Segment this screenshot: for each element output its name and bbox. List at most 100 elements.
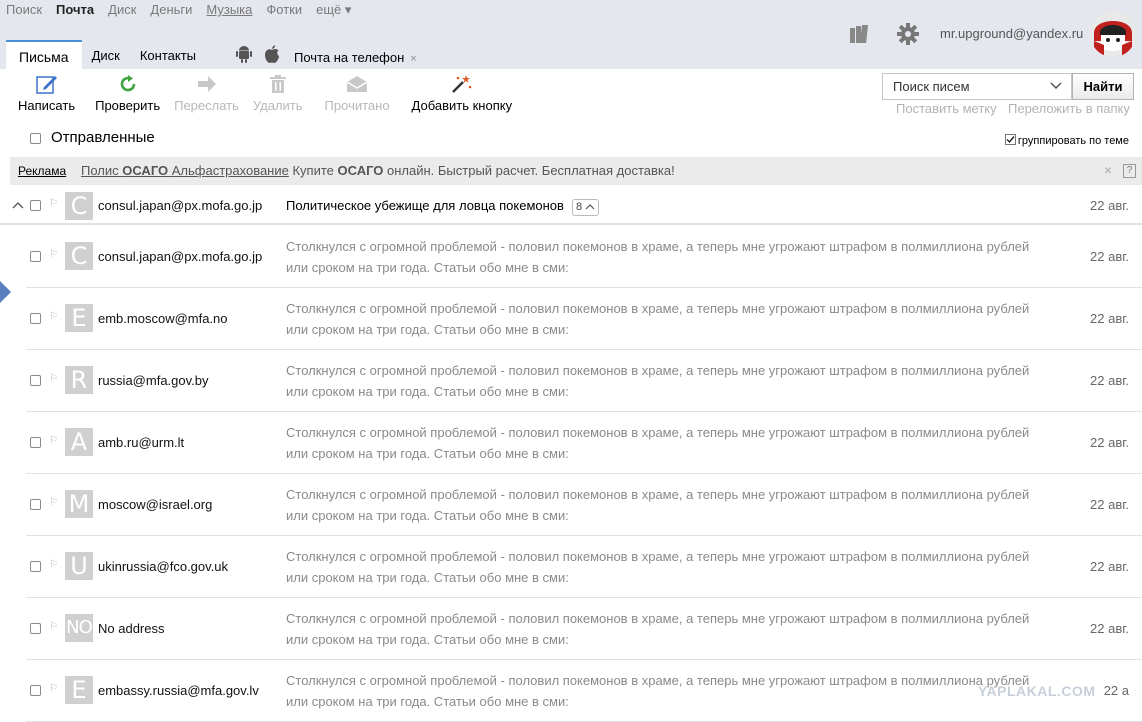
row-checkbox[interactable] (30, 437, 41, 448)
avatar[interactable] (1090, 11, 1136, 57)
sender-avatar: NO (65, 614, 93, 642)
list-item[interactable]: ⚐ Uukinrussia@fco.gov.uk Столкнулся с огро… (0, 536, 1142, 598)
list-item[interactable]: ⚐ NO No address Столкнулся с огромной пробл… (0, 598, 1142, 660)
message-date: 22 авг. (1090, 559, 1129, 574)
service-search[interactable]: Поиск (6, 2, 42, 18)
chevron-up-icon[interactable] (12, 198, 24, 213)
row-checkbox[interactable] (30, 623, 41, 634)
service-mail[interactable]: Почта (56, 2, 94, 18)
service-disk[interactable]: Диск (108, 2, 136, 18)
flag-icon[interactable]: ⚐ (49, 373, 58, 384)
search-input[interactable]: Поиск писем (882, 73, 1072, 100)
sender-avatar: E (65, 304, 93, 332)
flag-icon[interactable]: ⚐ (49, 621, 58, 632)
row-checkbox[interactable] (30, 200, 41, 211)
refresh-icon (118, 72, 138, 96)
preview-line-2: или сроком на три года. Статьи обо мне в… (286, 570, 569, 585)
android-icon[interactable] (236, 45, 253, 66)
message-date: 22 авг. (1090, 311, 1129, 326)
service-photos[interactable]: Фотки (266, 2, 302, 18)
row-checkbox[interactable] (30, 499, 41, 510)
flag-icon[interactable]: ⚐ (49, 497, 58, 508)
set-label-link[interactable]: Поставить метку (896, 101, 997, 116)
thread-subject-text: Политическое убежище для ловца покемонов (286, 198, 564, 213)
gear-icon[interactable] (896, 22, 920, 49)
ad-body-pre: Купите (292, 163, 338, 178)
thread-count: 8 (575, 201, 583, 213)
row-checkbox[interactable] (30, 313, 41, 324)
sender-name: moscow@israel.org (98, 497, 213, 512)
sender-avatar: R (65, 366, 93, 394)
add-button-button[interactable]: Добавить кнопку (411, 72, 513, 120)
message-preview: Столкнулся с огромной проблемой - полови… (286, 360, 1036, 402)
row-checkbox[interactable] (30, 251, 41, 262)
flag-icon[interactable]: ⚐ (49, 683, 58, 694)
list-item[interactable]: ⚐ Mmoscow@israel.org Столкнулся с огромной… (0, 474, 1142, 536)
read-label: Прочитано (324, 98, 390, 113)
service-money[interactable]: Деньги (150, 2, 192, 18)
sender-avatar: A (65, 428, 93, 456)
sender-name: amb.ru@urm.lt (98, 435, 185, 450)
service-more[interactable]: ещё ▾ (316, 2, 351, 18)
services-nav: Поиск Почта Диск Деньги Музыка Фотки ещё… (6, 2, 365, 18)
row-checkbox[interactable] (30, 685, 41, 696)
service-music[interactable]: Музыка (206, 2, 252, 18)
phone-mail-link[interactable]: Почта на телефон × (294, 40, 417, 69)
mail-tabs: Письма Диск Контакты Почта на телефон × (6, 40, 417, 69)
books-icon[interactable] (850, 25, 870, 46)
mobile-os-icons (236, 40, 280, 69)
message-preview: Столкнулся с огромной проблемой - полови… (286, 422, 1036, 464)
top-header: Поиск Почта Диск Деньги Музыка Фотки ещё… (0, 0, 1142, 69)
list-item[interactable]: ⚐ Aamb.ru@urm.lt Столкнулся с огромной про… (0, 412, 1142, 474)
checkbox-checked-icon[interactable] (1004, 134, 1016, 148)
thread-row[interactable]: ⚐ C consul.japan@px.mofa.go.jp Политичес… (0, 187, 1142, 225)
flag-icon[interactable]: ⚐ (49, 249, 58, 260)
folder-title: Отправленные (51, 129, 155, 146)
sender-name: consul.japan@px.mofa.go.jp (98, 198, 263, 213)
ad-tag[interactable]: Реклама (18, 164, 66, 178)
preview-line-1: Столкнулся с огромной проблемой - полови… (286, 487, 1030, 502)
preview-line-2: или сроком на три года. Статьи обо мне в… (286, 322, 569, 337)
thread-date: 22 авг. (1090, 198, 1129, 213)
user-email[interactable]: mr.upground@yandex.ru (940, 26, 1083, 41)
mark-read-button[interactable]: Прочитано (325, 72, 390, 120)
preview-line-1: Столкнулся с огромной проблемой - полови… (286, 425, 1030, 440)
move-to-folder-link[interactable]: Переложить в папку (1008, 101, 1130, 116)
list-item[interactable]: ⚐ Eembassy.russia@mfa.gov.lv Столкнулся с … (0, 660, 1142, 722)
compose-button[interactable]: Написать (18, 72, 75, 120)
forward-button[interactable]: Переслать (174, 72, 239, 120)
row-checkbox[interactable] (30, 375, 41, 386)
group-label: группировать по теме (1017, 135, 1129, 147)
list-item[interactable]: ⚐ Eemb.moscow@mfa.no Столкнулся с огромной… (0, 288, 1142, 350)
ad-help-icon[interactable]: ? (1123, 164, 1136, 178)
delete-button[interactable]: Удалить (253, 72, 303, 120)
message-preview: Столкнулся с огромной проблемой - полови… (286, 608, 1036, 650)
ad-close-icon[interactable]: × (1104, 162, 1112, 178)
ad-link[interactable]: Полис ОСАГО Альфастрахование (81, 163, 289, 178)
thread-count-badge[interactable]: 8 (571, 198, 600, 216)
chevron-down-icon[interactable] (1049, 78, 1063, 95)
pencil-icon (35, 72, 58, 96)
list-item[interactable]: ⚐ Cconsul.japan@px.mofa.go.jp Столкнулся с… (0, 226, 1142, 288)
message-date: 22 авг. (1090, 497, 1129, 512)
close-icon[interactable]: × (410, 53, 416, 65)
add-button-label: Добавить кнопку (411, 98, 513, 113)
tab-contacts[interactable]: Контакты (130, 40, 206, 69)
flag-icon[interactable]: ⚐ (49, 198, 58, 209)
flag-icon[interactable]: ⚐ (49, 435, 58, 446)
tab-letters[interactable]: Письма (6, 40, 82, 69)
trash-icon (269, 72, 286, 96)
preview-line-1: Столкнулся с огромной проблемой - полови… (286, 239, 1030, 254)
flag-icon[interactable]: ⚐ (49, 311, 58, 322)
list-item[interactable]: ⚐ Rrussia@mfa.gov.by Столкнулся с огромной… (0, 350, 1142, 412)
tab-disk[interactable]: Диск (82, 40, 130, 69)
message-preview: Столкнулся с огромной проблемой - полови… (286, 670, 1036, 712)
select-all-checkbox[interactable] (30, 133, 41, 144)
search-button[interactable]: Найти (1072, 73, 1134, 100)
flag-icon[interactable]: ⚐ (49, 559, 58, 570)
check-mail-button[interactable]: Проверить (95, 72, 160, 120)
group-by-thread-toggle[interactable]: группировать по теме (1004, 134, 1129, 148)
sender-name: consul.japan@px.mofa.go.jp (98, 249, 263, 264)
row-checkbox[interactable] (30, 561, 41, 572)
apple-icon[interactable] (264, 44, 280, 67)
